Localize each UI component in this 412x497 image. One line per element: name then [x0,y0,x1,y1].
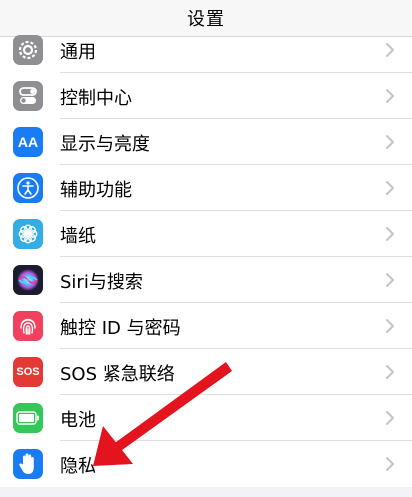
siri-icon [13,265,43,295]
sos-icon: SOS [13,357,43,387]
settings-item-label: Siri与搜索 [60,272,143,293]
chevron-right-icon [386,319,394,333]
chevron-right-icon [386,135,394,149]
aa-icon-text: AA [17,134,39,150]
settings-item-label: SOS 紧急联络 [60,364,175,385]
settings-item-control-center[interactable]: 控制中心 [0,73,412,119]
settings-item-privacy[interactable]: 隐私 [0,441,412,487]
settings-item-touch-id[interactable]: 触控 ID 与密码 [0,303,412,349]
settings-item-label: 隐私 [60,456,96,477]
chevron-right-icon [386,365,394,379]
chevron-right-icon [386,89,394,103]
settings-list: 通用 控制中心 AA 显示与亮度 辅助功能 墙纸 Siri与搜索 触控 ID 与… [0,35,412,487]
settings-item-wallpaper[interactable]: 墙纸 [0,211,412,257]
hand-icon [13,449,43,479]
chevron-right-icon [386,273,394,287]
accessibility-icon [13,173,43,203]
chevron-right-icon [386,43,394,57]
gear-icon [13,35,43,65]
settings-item-label: 辅助功能 [60,180,132,201]
settings-item-label: 墙纸 [60,226,96,247]
sos-icon-text: SOS [16,366,40,378]
chevron-right-icon [386,227,394,241]
settings-item-battery[interactable]: 电池 [0,395,412,441]
flower-icon [13,219,43,249]
list-bottom-gap [0,487,412,497]
toggles-icon [13,81,43,111]
settings-item-display[interactable]: AA 显示与亮度 [0,119,412,165]
settings-item-emergency-sos[interactable]: SOS SOS 紧急联络 [0,349,412,395]
aa-icon: AA [13,127,43,157]
settings-item-accessibility[interactable]: 辅助功能 [0,165,412,211]
settings-item-label: 显示与亮度 [60,134,150,155]
chevron-right-icon [386,411,394,425]
settings-item-label: 触控 ID 与密码 [60,318,181,339]
settings-item-general[interactable]: 通用 [0,27,412,73]
battery-icon [13,403,43,433]
settings-item-siri[interactable]: Siri与搜索 [0,257,412,303]
fingerprint-icon [13,311,43,341]
chevron-right-icon [386,181,394,195]
settings-item-label: 通用 [60,42,96,63]
settings-item-label: 控制中心 [60,88,132,109]
chevron-right-icon [386,457,394,471]
settings-item-label: 电池 [60,410,96,431]
